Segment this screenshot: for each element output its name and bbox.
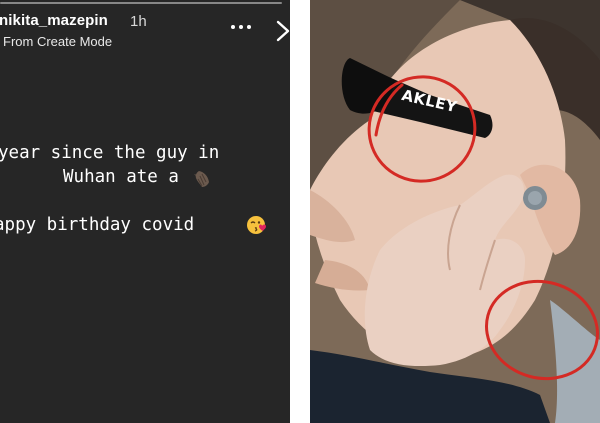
face-blowing-kiss-emoji-icon <box>247 216 266 234</box>
more-options-button[interactable] <box>231 22 253 32</box>
story-header: nikita_mazepin 1h From Create Mode <box>0 10 290 52</box>
close-chevron-icon[interactable] <box>274 18 290 44</box>
story-username[interactable]: nikita_mazepin <box>0 12 108 29</box>
story-timestamp: 1h <box>130 13 147 30</box>
story-text-line-2: Wuhan ate a <box>63 167 179 187</box>
bat-emoji-icon <box>194 171 209 187</box>
story-text-line-1: year since the guy in <box>0 143 220 163</box>
more-dots-icon <box>231 25 235 29</box>
instagram-story-screenshot: nikita_mazepin 1h From Create Mode year … <box>0 0 290 423</box>
story-subtitle: From Create Mode <box>3 34 113 49</box>
story-progress-bar <box>0 2 282 4</box>
sunglasses-ear-photo: AKLEY <box>310 0 600 423</box>
photo-illustration <box>310 0 600 423</box>
story-text-line-3: appy birthday covid <box>0 215 195 235</box>
